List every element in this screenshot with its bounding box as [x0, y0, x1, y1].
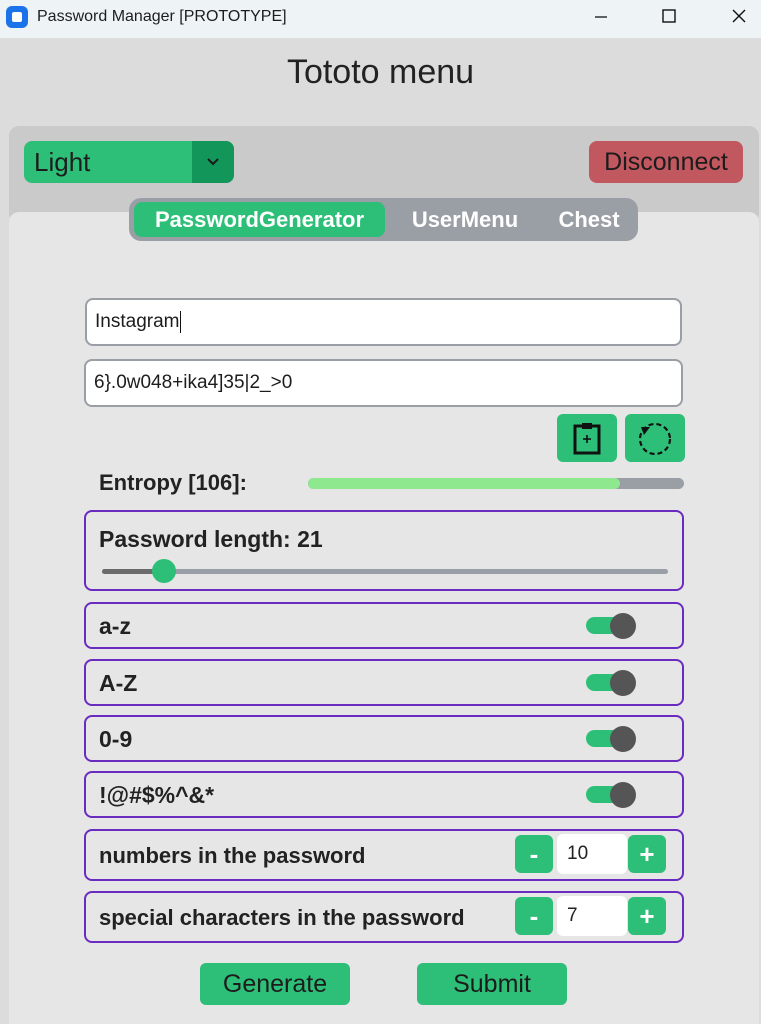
refresh-icon [638, 422, 672, 456]
numbers-increment-button[interactable]: + [628, 835, 666, 873]
close-icon [732, 9, 746, 23]
option-uppercase: A-Z [84, 659, 684, 706]
option-symbols: !@#$%^&* [84, 771, 684, 818]
minimize-icon [595, 16, 607, 18]
tab-password-generator[interactable]: PasswordGenerator [134, 202, 385, 237]
lowercase-toggle[interactable] [586, 613, 636, 639]
option-uppercase-label: A-Z [99, 670, 138, 696]
special-decrement-button[interactable]: - [515, 897, 553, 935]
password-length-label: Password length: 21 [99, 526, 323, 552]
site-name-value: Instagram [95, 311, 180, 332]
clipboard-icon [573, 423, 601, 455]
theme-select-arrow[interactable] [192, 141, 234, 183]
chevron-down-icon [207, 158, 219, 166]
maximize-icon [662, 9, 676, 23]
special-count-group: special characters in the password - 7 + [84, 891, 684, 943]
password-output-field[interactable]: 6}.0w048+ika4]35|2_>0 [84, 359, 683, 407]
regenerate-password-button[interactable] [625, 414, 685, 462]
tab-chest[interactable]: Chest [545, 202, 633, 237]
theme-select[interactable]: Light [24, 141, 234, 183]
password-value: 6}.0w048+ika4]35|2_>0 [94, 372, 293, 393]
numbers-count-label: numbers in the password [99, 843, 366, 868]
generate-button[interactable]: Generate [200, 963, 350, 1005]
option-lowercase-label: a-z [99, 613, 131, 639]
option-symbols-label: !@#$%^&* [99, 782, 215, 808]
window-title: Password Manager [PROTOTYPE] [37, 8, 287, 25]
theme-select-value: Light [34, 147, 91, 177]
special-increment-button[interactable]: + [628, 897, 666, 935]
copy-password-button[interactable] [557, 414, 617, 462]
password-length-slider[interactable] [102, 559, 668, 583]
slider-handle[interactable] [152, 559, 177, 583]
option-lowercase: a-z [84, 602, 684, 649]
disconnect-button[interactable]: Disconnect [589, 141, 743, 183]
tab-user-menu[interactable]: UserMenu [395, 202, 535, 237]
maximize-button[interactable] [646, 0, 692, 32]
minimize-button[interactable] [578, 0, 624, 32]
text-caret [180, 310, 182, 333]
numbers-decrement-button[interactable]: - [515, 835, 553, 873]
entropy-bar-fill [308, 478, 621, 489]
digits-toggle[interactable] [586, 726, 636, 752]
entropy-bar [308, 478, 684, 489]
special-count-label: special characters in the password [99, 905, 465, 930]
option-digits: 0-9 [84, 715, 684, 762]
page-title: Tototo menu [286, 53, 475, 91]
app-icon [6, 6, 28, 28]
option-digits-label: 0-9 [99, 726, 133, 752]
site-name-input[interactable]: Instagram [85, 298, 682, 346]
password-length-group: Password length: 21 [84, 510, 684, 591]
symbols-toggle[interactable] [586, 782, 636, 808]
entropy-label: Entropy [106]: [99, 470, 247, 495]
close-button[interactable] [716, 0, 761, 32]
uppercase-toggle[interactable] [586, 670, 636, 696]
window-titlebar: Password Manager [PROTOTYPE] [0, 0, 761, 38]
numbers-count-input[interactable]: 10 [557, 834, 627, 874]
special-count-input[interactable]: 7 [557, 896, 627, 936]
tab-bar: PasswordGenerator UserMenu Chest [129, 198, 638, 241]
submit-button[interactable]: Submit [417, 963, 567, 1005]
numbers-count-group: numbers in the password - 10 + [84, 829, 684, 881]
